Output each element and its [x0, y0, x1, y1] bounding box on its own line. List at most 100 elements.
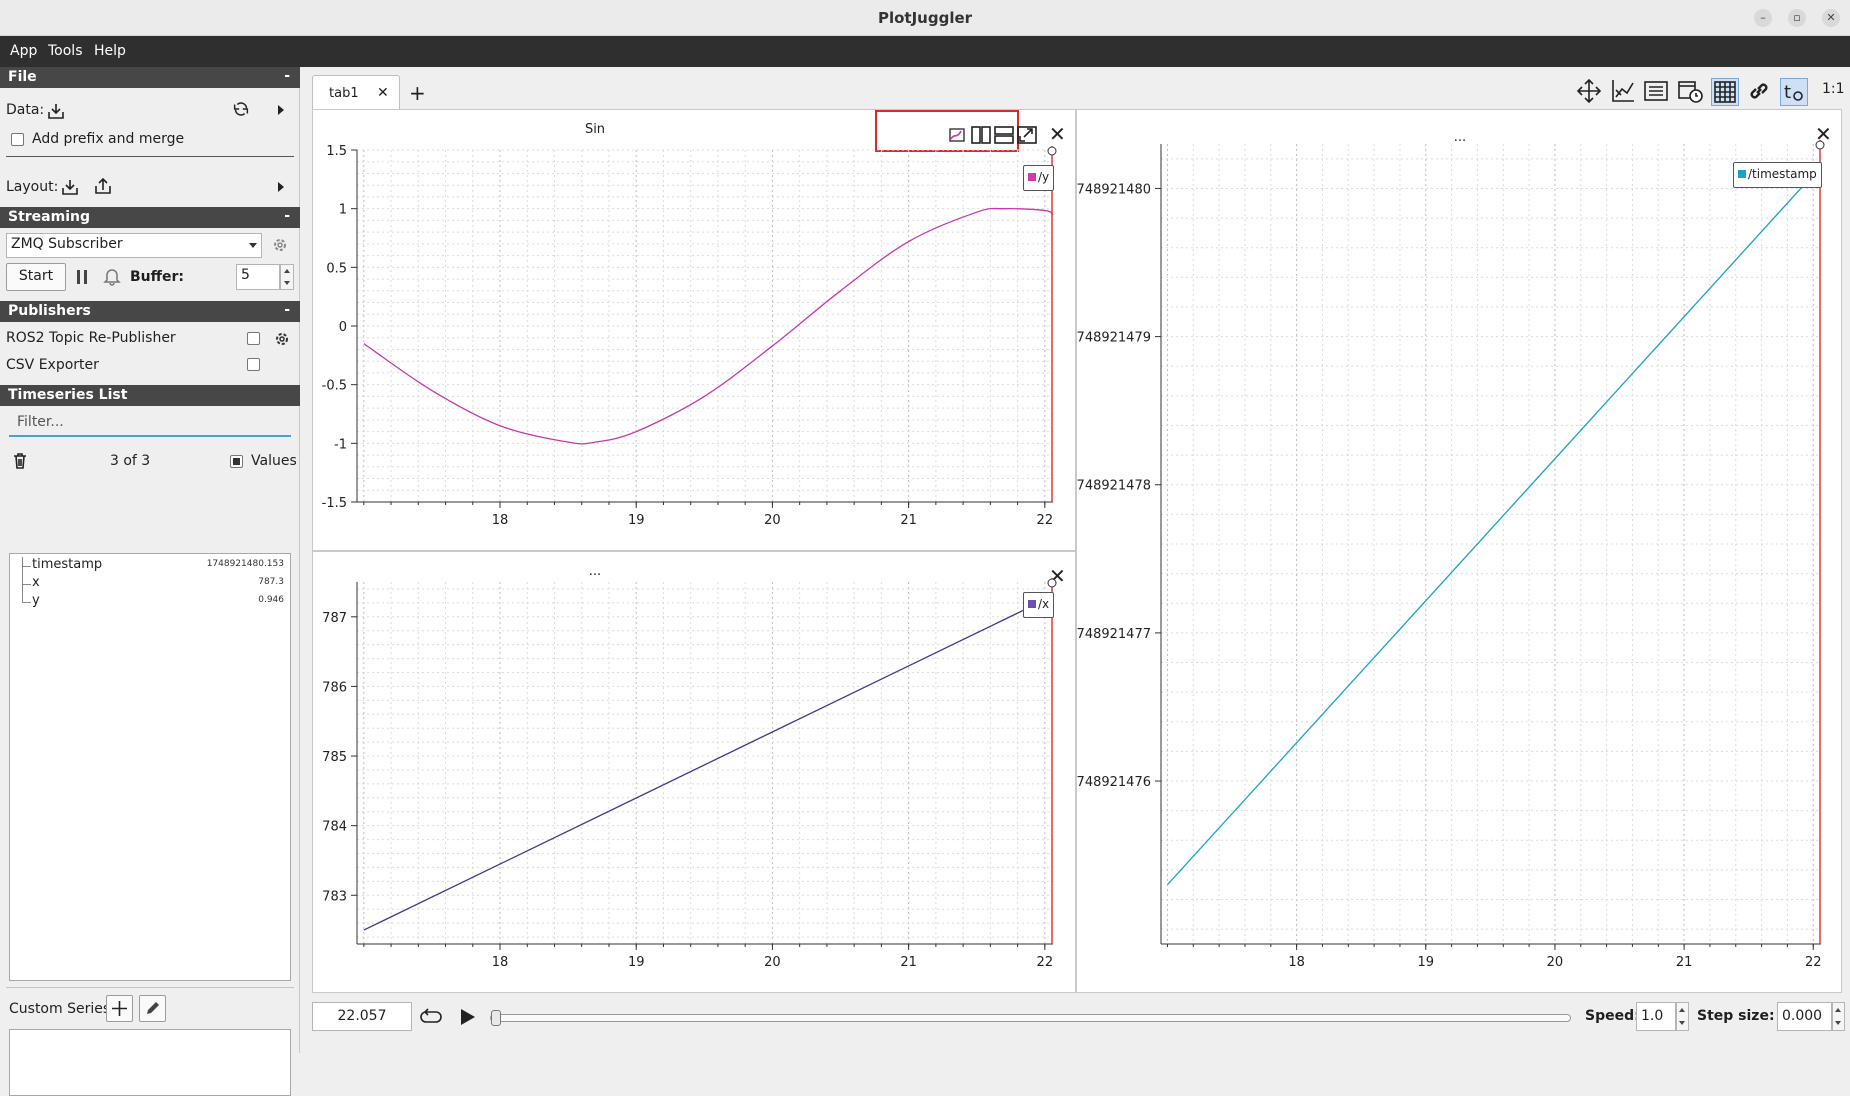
x-tick-label: 19 [628, 513, 645, 528]
plot-timestamp[interactable]: ... ✕ 1819202122174892148017489214791748… [1076, 109, 1842, 993]
y-tick-label: 785 [322, 750, 347, 765]
slider-handle[interactable] [491, 1010, 501, 1026]
legend-timestamp[interactable]: /timestamp [1733, 162, 1822, 188]
y-tick-label: 1748921476 [1077, 775, 1151, 790]
window-title: PlotJuggler [877, 9, 973, 27]
publisher-csv-checkbox[interactable] [247, 358, 260, 371]
y-tick-label: 786 [322, 680, 347, 695]
tracker-handle [1815, 140, 1825, 150]
chevron-up-icon[interactable] [1679, 1008, 1685, 1012]
collapse-streaming-icon[interactable]: - [284, 208, 290, 224]
y-tick-label: -1.5 [322, 496, 347, 511]
main-area: tab1 ✕ + t 1:1 Sin ✕ 18 19 20 21 22 1.5 … [301, 67, 1850, 1053]
close-tab-icon[interactable]: ✕ [377, 85, 389, 101]
step-size-spinbox[interactable]: 0.000 [1777, 1002, 1832, 1031]
series-count: 3 of 3 [110, 453, 151, 469]
publisher-ros2-checkbox[interactable] [247, 332, 260, 345]
menu-help[interactable]: Help [94, 43, 126, 59]
series-name: x [32, 575, 40, 590]
chevron-down-icon[interactable] [1835, 1021, 1841, 1025]
custom-series-label: Custom Series: [9, 1001, 115, 1017]
grid-toggle-icon[interactable] [1711, 78, 1739, 106]
time-slider[interactable] [490, 1010, 1571, 1026]
ratio-button[interactable]: 1:1 [1822, 81, 1845, 97]
chevron-down-icon[interactable] [284, 281, 290, 285]
y-tick-label: 787 [322, 611, 347, 626]
speed-spinbox[interactable]: 1.0 [1636, 1002, 1676, 1031]
link-icon[interactable] [1746, 78, 1772, 104]
legend-label: /timestamp [1748, 167, 1817, 181]
values-label: Values [251, 453, 297, 469]
tracker-handle [1047, 146, 1057, 156]
tab-label: tab1 [329, 86, 359, 101]
list-item[interactable]: x 787.3 [10, 575, 290, 593]
load-layout-icon[interactable] [60, 177, 80, 197]
start-button[interactable]: Start [6, 263, 66, 291]
y-tick-label: 0.5 [326, 261, 347, 276]
legend-y[interactable]: /y [1023, 165, 1055, 191]
publisher-csv-label: CSV Exporter [6, 357, 99, 373]
maximize-icon[interactable]: ▫ [1788, 9, 1806, 27]
file-section-header[interactable]: File - [0, 67, 300, 88]
x-tick-label: 22 [1037, 955, 1054, 970]
add-prefix-checkbox[interactable] [11, 133, 24, 146]
streaming-source-select[interactable]: ZMQ Subscriber [6, 233, 262, 258]
time-offset-icon[interactable]: t [1780, 78, 1808, 106]
menu-app[interactable]: App [10, 43, 37, 59]
list-item[interactable]: timestamp 1748921480.153 [10, 557, 290, 575]
streaming-settings-icon[interactable] [270, 235, 290, 255]
menu-bar: App Tools Help [0, 36, 1850, 67]
x-tick-label: 18 [1288, 955, 1305, 970]
edit-custom-series-button[interactable] [139, 995, 166, 1022]
add-custom-series-button[interactable] [106, 995, 133, 1022]
save-layout-icon[interactable] [93, 176, 113, 196]
publishers-section-header[interactable]: Publishers - [0, 301, 300, 322]
x-chart: 18 19 20 21 22 787 786 785 784 783 [322, 578, 1057, 970]
publisher-ros2-settings-icon[interactable] [272, 329, 292, 349]
chevron-down-icon[interactable] [1679, 1021, 1685, 1025]
data-label: Data: [6, 102, 45, 118]
pause-icon[interactable] [72, 267, 92, 287]
trash-icon[interactable] [10, 451, 30, 471]
collapse-publishers-icon[interactable]: - [284, 302, 290, 318]
timeseries-section-header[interactable]: Timeseries List [0, 385, 300, 406]
calendar-clock-icon[interactable] [1677, 78, 1703, 104]
speed-stepper[interactable] [1676, 1002, 1689, 1031]
legend-list-icon[interactable] [1643, 78, 1669, 104]
reload-icon[interactable] [231, 99, 251, 119]
loop-icon[interactable] [419, 1005, 443, 1029]
publisher-ros2-label: ROS2 Topic Re-Publisher [6, 330, 176, 346]
custom-series-list[interactable] [9, 1029, 291, 1096]
add-tab-icon[interactable]: + [409, 81, 426, 105]
series-value: 0.946 [258, 595, 284, 605]
plot-x[interactable]: ... ✕ 18 19 20 21 22 787 786 785 784 783 /x [312, 551, 1076, 993]
filter-input[interactable]: Filter... [9, 411, 291, 437]
plot-sin[interactable]: Sin ✕ 18 19 20 21 22 1.5 1 0.5 0 -0.5 -1 -1.5 /y [312, 109, 1076, 551]
collapse-file-icon[interactable]: - [284, 68, 290, 84]
values-checkbox[interactable] [230, 455, 243, 468]
chevron-up-icon[interactable] [1835, 1008, 1841, 1012]
buffer-stepper[interactable] [280, 264, 294, 290]
list-item[interactable]: y 0.946 [10, 593, 290, 611]
bell-icon[interactable] [102, 266, 122, 286]
streaming-section-header[interactable]: Streaming - [0, 207, 300, 228]
load-data-icon[interactable] [46, 101, 66, 121]
chevron-up-icon[interactable] [284, 269, 290, 273]
move-icon[interactable] [1576, 78, 1602, 104]
play-icon[interactable] [455, 1005, 479, 1029]
expand-arrow-icon[interactable] [278, 105, 284, 115]
zoom-out-icon[interactable] [1610, 78, 1636, 104]
close-window-icon[interactable]: ✕ [1822, 9, 1840, 27]
step-size-stepper[interactable] [1832, 1002, 1845, 1031]
minimize-icon[interactable]: – [1754, 9, 1772, 27]
tab-tab1[interactable]: tab1 ✕ [312, 75, 400, 112]
series-value: 1748921480.153 [206, 559, 284, 569]
playback-bar: 22.057 Speed: 1.0 Step size: 0.000 [301, 996, 1850, 1053]
legend-x[interactable]: /x [1023, 592, 1055, 618]
layout-arrow-icon[interactable] [278, 182, 284, 192]
timeseries-list[interactable]: timestamp 1748921480.153 x 787.3 y 0.946 [9, 553, 291, 981]
current-time-field[interactable]: 22.057 [312, 1002, 412, 1031]
buffer-spinbox[interactable]: 5 [236, 264, 280, 290]
menu-tools[interactable]: Tools [48, 43, 83, 59]
speed-label: Speed: [1585, 1008, 1640, 1024]
